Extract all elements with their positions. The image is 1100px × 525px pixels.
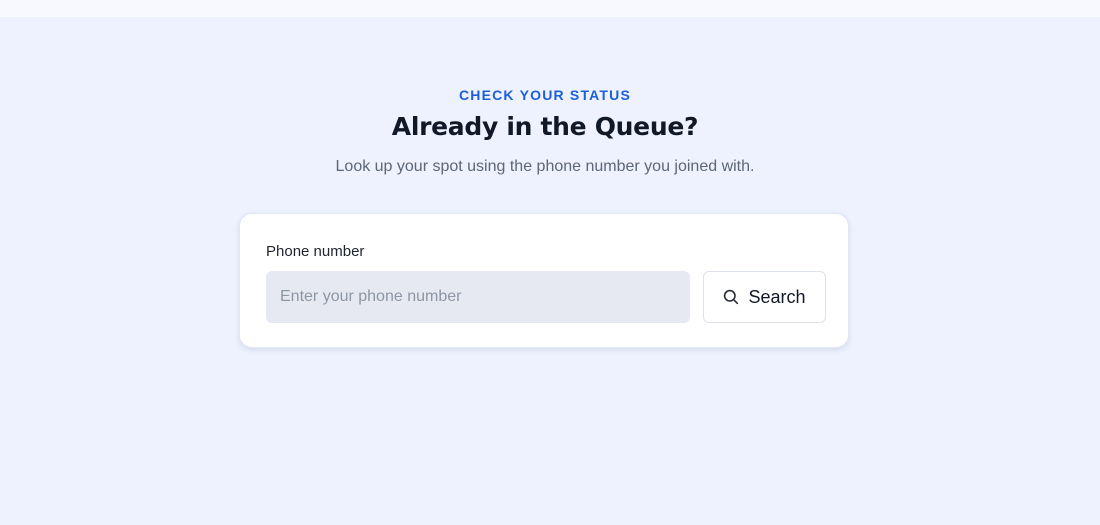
search-button[interactable]: Search	[703, 271, 826, 323]
search-icon	[723, 289, 739, 305]
page-title: Already in the Queue?	[391, 112, 699, 141]
lookup-card: Phone number Search	[239, 213, 849, 348]
section-eyebrow: CHECK YOUR STATUS	[458, 87, 632, 103]
top-bar	[0, 0, 1100, 17]
phone-number-input[interactable]	[266, 271, 690, 323]
check-status-section: CHECK YOUR STATUS Already in the Queue? …	[0, 17, 1100, 525]
phone-field-label: Phone number	[266, 243, 365, 260]
search-button-label: Search	[748, 286, 806, 307]
section-subtitle: Look up your spot using the phone number…	[335, 158, 755, 175]
